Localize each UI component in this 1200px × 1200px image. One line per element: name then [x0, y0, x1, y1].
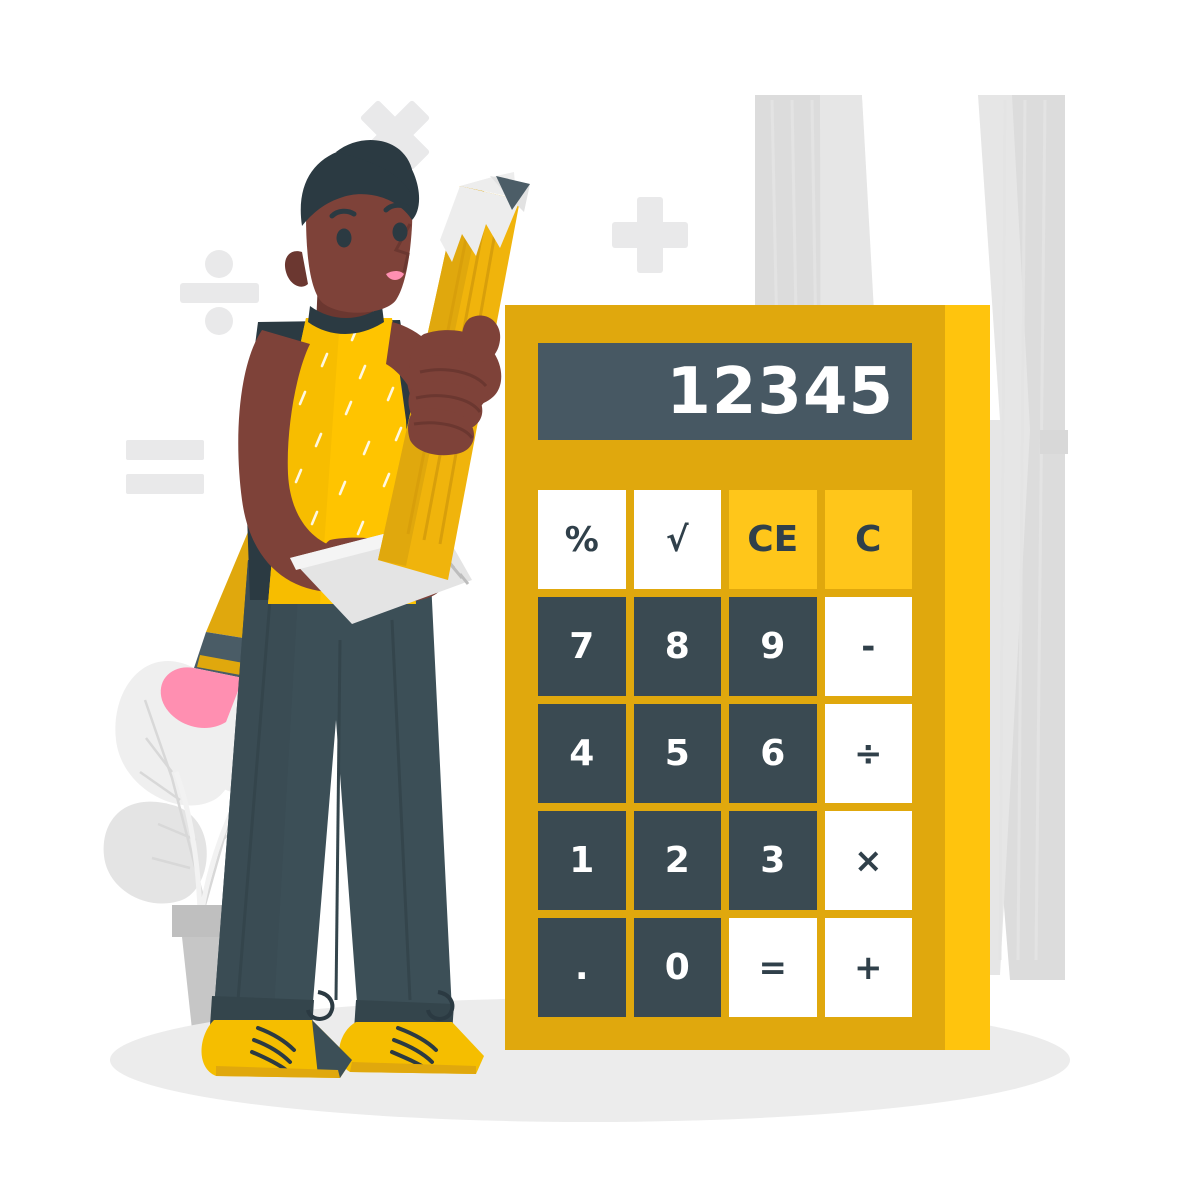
key-square-root[interactable]: √ [633, 490, 721, 589]
key-percent[interactable]: % [538, 490, 626, 589]
calculator[interactable]: 12345 % √ CE C 7 8 9- 4 5 6 ÷ 1 2 3 ×. 0 = + [505, 305, 990, 1050]
key-clear[interactable]: C [824, 490, 912, 589]
key-decimal-point[interactable]: . [538, 918, 626, 1017]
illustration-scene: 12345 % √ CE C 7 8 9- 4 5 6 ÷ 1 2 3 ×. 0 = + [0, 0, 1200, 1200]
key-multiply[interactable]: × [824, 811, 912, 910]
key-clear-entry[interactable]: CE [729, 490, 817, 589]
right-hand [407, 315, 502, 456]
display-value: 12345 [666, 354, 894, 429]
key-digit-3[interactable]: 3 [729, 811, 817, 910]
key-digit-2[interactable]: 2 [633, 811, 721, 910]
key-digit-8[interactable]: 8 [633, 597, 721, 696]
key-digit-6[interactable]: 6 [729, 704, 817, 803]
key-plus[interactable]: + [824, 918, 912, 1017]
head [284, 140, 420, 313]
calculator-body: 12345 % √ CE C 7 8 9- 4 5 6 ÷ 1 2 3 ×. 0 = + [505, 305, 945, 1050]
key-divide[interactable]: ÷ [824, 704, 912, 803]
key-digit-1[interactable]: 1 [538, 811, 626, 910]
trousers [210, 560, 454, 1034]
key-minus[interactable]: - [824, 597, 912, 696]
key-digit-9[interactable]: 9 [729, 597, 817, 696]
key-digit-7[interactable]: 7 [538, 597, 626, 696]
key-digit-0[interactable]: 0 [633, 918, 721, 1017]
key-digit-5[interactable]: 5 [633, 704, 721, 803]
key-digit-4[interactable]: 4 [538, 704, 626, 803]
calculator-display: 12345 [538, 343, 912, 440]
key-equals[interactable]: = [729, 918, 817, 1017]
calculator-side-edge [940, 305, 990, 1050]
calculator-keypad[interactable]: % √ CE C 7 8 9- 4 5 6 ÷ 1 2 3 ×. 0 = + [538, 490, 912, 1017]
